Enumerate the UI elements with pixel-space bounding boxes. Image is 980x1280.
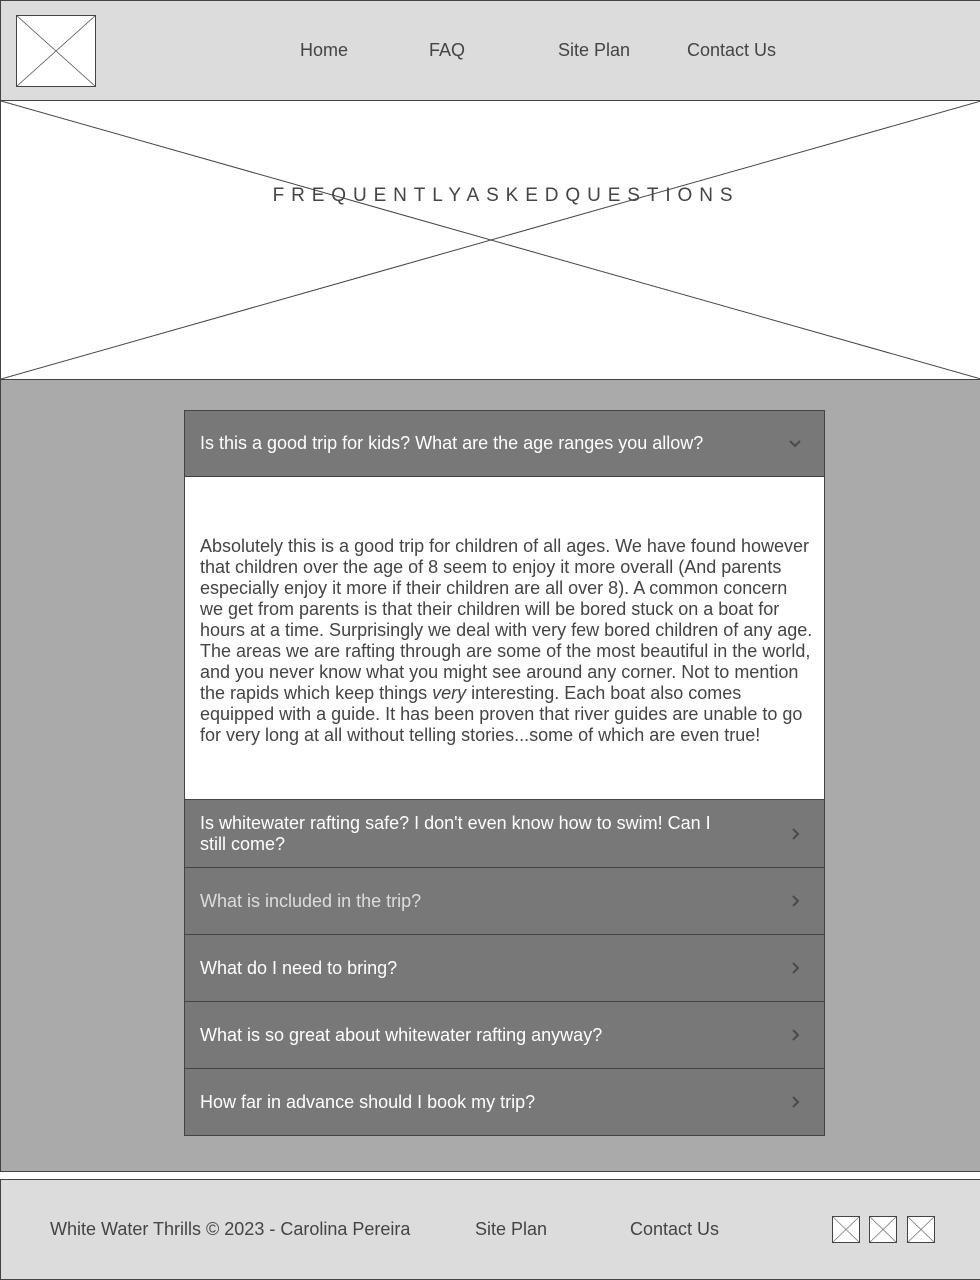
chevron-down-icon[interactable] bbox=[788, 437, 802, 451]
logo-image-placeholder-icon[interactable] bbox=[16, 15, 96, 87]
hero-image-placeholder-icon bbox=[1, 101, 980, 379]
social-icon-2[interactable] bbox=[869, 1216, 897, 1243]
page-title: FREQUENTLYASKEDQUESTIONS bbox=[272, 185, 740, 206]
nav-contact-us[interactable]: Contact Us bbox=[687, 40, 776, 61]
faq-section: Is this a good trip for kids? What are t… bbox=[0, 379, 980, 1172]
faq-item-header[interactable]: How far in advance should I book my trip… bbox=[185, 1068, 824, 1135]
chevron-right-icon[interactable] bbox=[788, 1028, 802, 1042]
faq-item-header[interactable]: Is whitewater rafting safe? I don't even… bbox=[185, 800, 824, 867]
chevron-right-icon[interactable] bbox=[788, 961, 802, 975]
chevron-right-icon[interactable] bbox=[788, 894, 802, 908]
nav-home[interactable]: Home bbox=[300, 40, 348, 61]
hero-banner: FREQUENTLYASKEDQUESTIONS bbox=[0, 100, 980, 380]
site-header: Home FAQ Site Plan Contact Us bbox=[0, 0, 980, 101]
faq-answer-emphasis: very bbox=[432, 683, 467, 703]
faq-question: What do I need to bring? bbox=[200, 957, 398, 978]
faq-item-header[interactable]: What is included in the trip? bbox=[185, 867, 824, 934]
faq-item-header[interactable]: What is so great about whitewater raftin… bbox=[185, 1001, 824, 1068]
site-footer: White Water Thrills © 2023 - Carolina Pe… bbox=[0, 1179, 980, 1280]
faq-accordion: Is this a good trip for kids? What are t… bbox=[184, 410, 825, 1136]
faq-answer-text: Absolutely this is a good trip for child… bbox=[200, 536, 813, 703]
faq-question: Is whitewater rafting safe? I don't even… bbox=[200, 812, 711, 854]
faq-question: Is this a good trip for kids? What are t… bbox=[200, 433, 704, 453]
faq-item-header[interactable]: What do I need to bring? bbox=[185, 934, 824, 1001]
social-icon-1[interactable] bbox=[832, 1216, 860, 1243]
faq-question: How far in advance should I book my trip… bbox=[200, 1091, 536, 1112]
faq-item-header[interactable]: Is this a good trip for kids? What are t… bbox=[185, 411, 824, 477]
chevron-right-icon[interactable] bbox=[788, 1095, 802, 1109]
chevron-right-icon[interactable] bbox=[788, 827, 802, 841]
nav-site-plan[interactable]: Site Plan bbox=[558, 40, 630, 61]
faq-question: What is so great about whitewater raftin… bbox=[200, 1024, 603, 1045]
faq-question: What is included in the trip? bbox=[200, 890, 422, 911]
footer-contact-us-link[interactable]: Contact Us bbox=[630, 1219, 719, 1240]
faq-answer: Absolutely this is a good trip for child… bbox=[185, 477, 824, 800]
copyright-text: White Water Thrills © 2023 - Carolina Pe… bbox=[50, 1219, 411, 1239]
social-icon-3[interactable] bbox=[907, 1216, 935, 1243]
footer-site-plan-link[interactable]: Site Plan bbox=[475, 1219, 547, 1240]
nav-faq[interactable]: FAQ bbox=[429, 40, 465, 61]
